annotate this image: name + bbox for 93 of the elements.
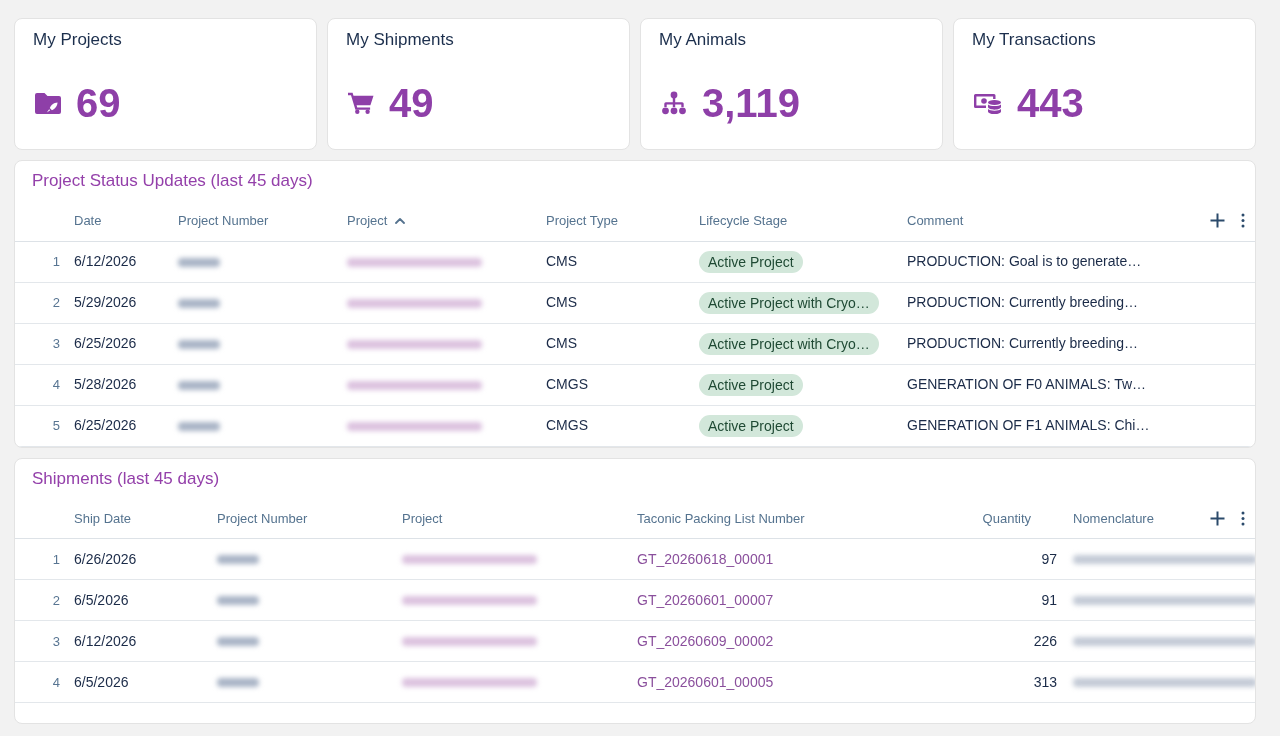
table-cell: PRODUCTION: Goal is to generate… (907, 253, 1142, 269)
stat-card[interactable]: My Transactions 443 (953, 18, 1256, 150)
folder-icon (35, 92, 61, 114)
panel-title: Shipments (last 45 days) (32, 467, 220, 490)
status-badge: Active Project with Cryo… (699, 332, 879, 355)
blurred-text (217, 555, 259, 565)
column-header[interactable]: Project Type (546, 211, 619, 231)
status-badge: Active Project (699, 373, 803, 396)
blurred-link[interactable] (347, 257, 482, 267)
table-cell: 6/25/2026 (74, 335, 137, 351)
blurred-text (178, 298, 220, 308)
packing-list-link[interactable]: GT_20260601_00007 (637, 591, 774, 608)
column-header[interactable]: Taconic Packing List Number (637, 508, 805, 528)
column-header[interactable]: Comment (907, 211, 964, 231)
stat-card[interactable]: My Shipments 49 (327, 18, 630, 150)
stat-card[interactable]: My Projects 69 (14, 18, 317, 150)
table-cell: CMGS (546, 376, 588, 392)
panel-title: Project Status Updates (last 45 days) (32, 170, 313, 192)
stat-value: 443 (1017, 81, 1084, 125)
table-cell: CMS (546, 294, 578, 310)
row-number: 4 (52, 377, 60, 392)
row-number: 3 (52, 633, 60, 649)
blurred-link[interactable] (347, 380, 482, 390)
packing-list-link[interactable]: GT_20260609_00002 (637, 632, 774, 649)
hierarchy-icon (661, 91, 687, 115)
blurred-text (178, 421, 220, 431)
blurred-link[interactable] (347, 298, 482, 308)
quantity-cell: 313 (1033, 673, 1057, 690)
blurred-link[interactable] (402, 555, 537, 565)
table-cell: 6/5/2026 (74, 673, 129, 690)
status-badge: Active Project with Cryo… (699, 291, 879, 314)
row-number: 1 (52, 551, 60, 567)
row-number: 3 (52, 336, 60, 351)
column-header[interactable]: Project Number (178, 211, 269, 231)
table-cell: CMS (546, 335, 578, 351)
blurred-link[interactable] (347, 421, 482, 431)
table-cell: PRODUCTION: Currently breeding… (907, 294, 1139, 310)
table-cell: 6/5/2026 (74, 591, 129, 608)
packing-list-link[interactable]: GT_20260618_00001 (637, 550, 774, 567)
stat-card[interactable]: My Animals 3,119 (640, 18, 943, 150)
quantity-cell: 97 (1041, 550, 1057, 567)
column-header[interactable]: Nomenclature (1073, 508, 1154, 528)
packing-list-link[interactable]: GT_20260601_00005 (637, 673, 774, 690)
blurred-link[interactable] (402, 678, 537, 688)
column-header[interactable]: Quantity (982, 510, 1031, 526)
quantity-cell: 91 (1041, 591, 1057, 608)
table-cell: CMGS (546, 417, 588, 433)
stat-value: 49 (389, 81, 434, 125)
column-header[interactable]: Ship Date (74, 508, 132, 528)
column-header[interactable]: Date (74, 211, 102, 231)
more-vertical-icon (1241, 213, 1245, 229)
cart-icon (348, 92, 374, 114)
banknote-coins-icon (974, 92, 1002, 114)
more-vertical-icon (1241, 510, 1245, 526)
plus-icon (1210, 510, 1225, 526)
status-badge: Active Project (699, 414, 803, 437)
table-cell: 6/26/2026 (74, 550, 137, 567)
blurred-text (178, 380, 220, 390)
plus-icon (1210, 213, 1225, 229)
table-cell: 6/25/2026 (74, 417, 137, 433)
stat-title: My Projects (33, 29, 122, 51)
table-cell: GENERATION OF F0 ANIMALS: Tw… (907, 376, 1147, 392)
blurred-link[interactable] (402, 637, 537, 647)
row-number: 4 (52, 674, 60, 690)
row-number: 1 (52, 254, 60, 269)
column-header[interactable]: Project Number (217, 508, 308, 528)
table-cell: 6/12/2026 (74, 253, 137, 269)
blurred-text (217, 678, 259, 688)
blurred-text (178, 257, 220, 267)
table-cell: PRODUCTION: Currently breeding… (907, 335, 1139, 351)
stat-value: 69 (76, 81, 121, 125)
row-number: 2 (52, 295, 60, 310)
column-header[interactable]: Lifecycle Stage (699, 211, 788, 231)
stat-title: My Transactions (972, 29, 1096, 51)
quantity-cell: 226 (1033, 632, 1057, 649)
blurred-text (217, 596, 259, 606)
table-cell: 5/29/2026 (74, 294, 137, 310)
stat-value: 3,119 (702, 81, 800, 125)
row-number: 5 (52, 418, 60, 433)
row-number: 2 (52, 592, 60, 608)
blurred-text (217, 637, 259, 647)
blurred-text (178, 339, 220, 349)
column-header[interactable]: Project (347, 211, 388, 231)
table-cell: CMS (546, 253, 578, 269)
column-header[interactable]: Project (402, 508, 443, 528)
stat-title: My Animals (659, 29, 746, 51)
stat-title: My Shipments (346, 29, 454, 51)
blurred-link[interactable] (402, 596, 537, 606)
table-cell: 6/12/2026 (74, 632, 137, 649)
table-cell: GENERATION OF F1 ANIMALS: Chi… (907, 417, 1150, 433)
blurred-link[interactable] (347, 339, 482, 349)
table-cell: 5/28/2026 (74, 376, 137, 392)
status-badge: Active Project (699, 250, 803, 273)
